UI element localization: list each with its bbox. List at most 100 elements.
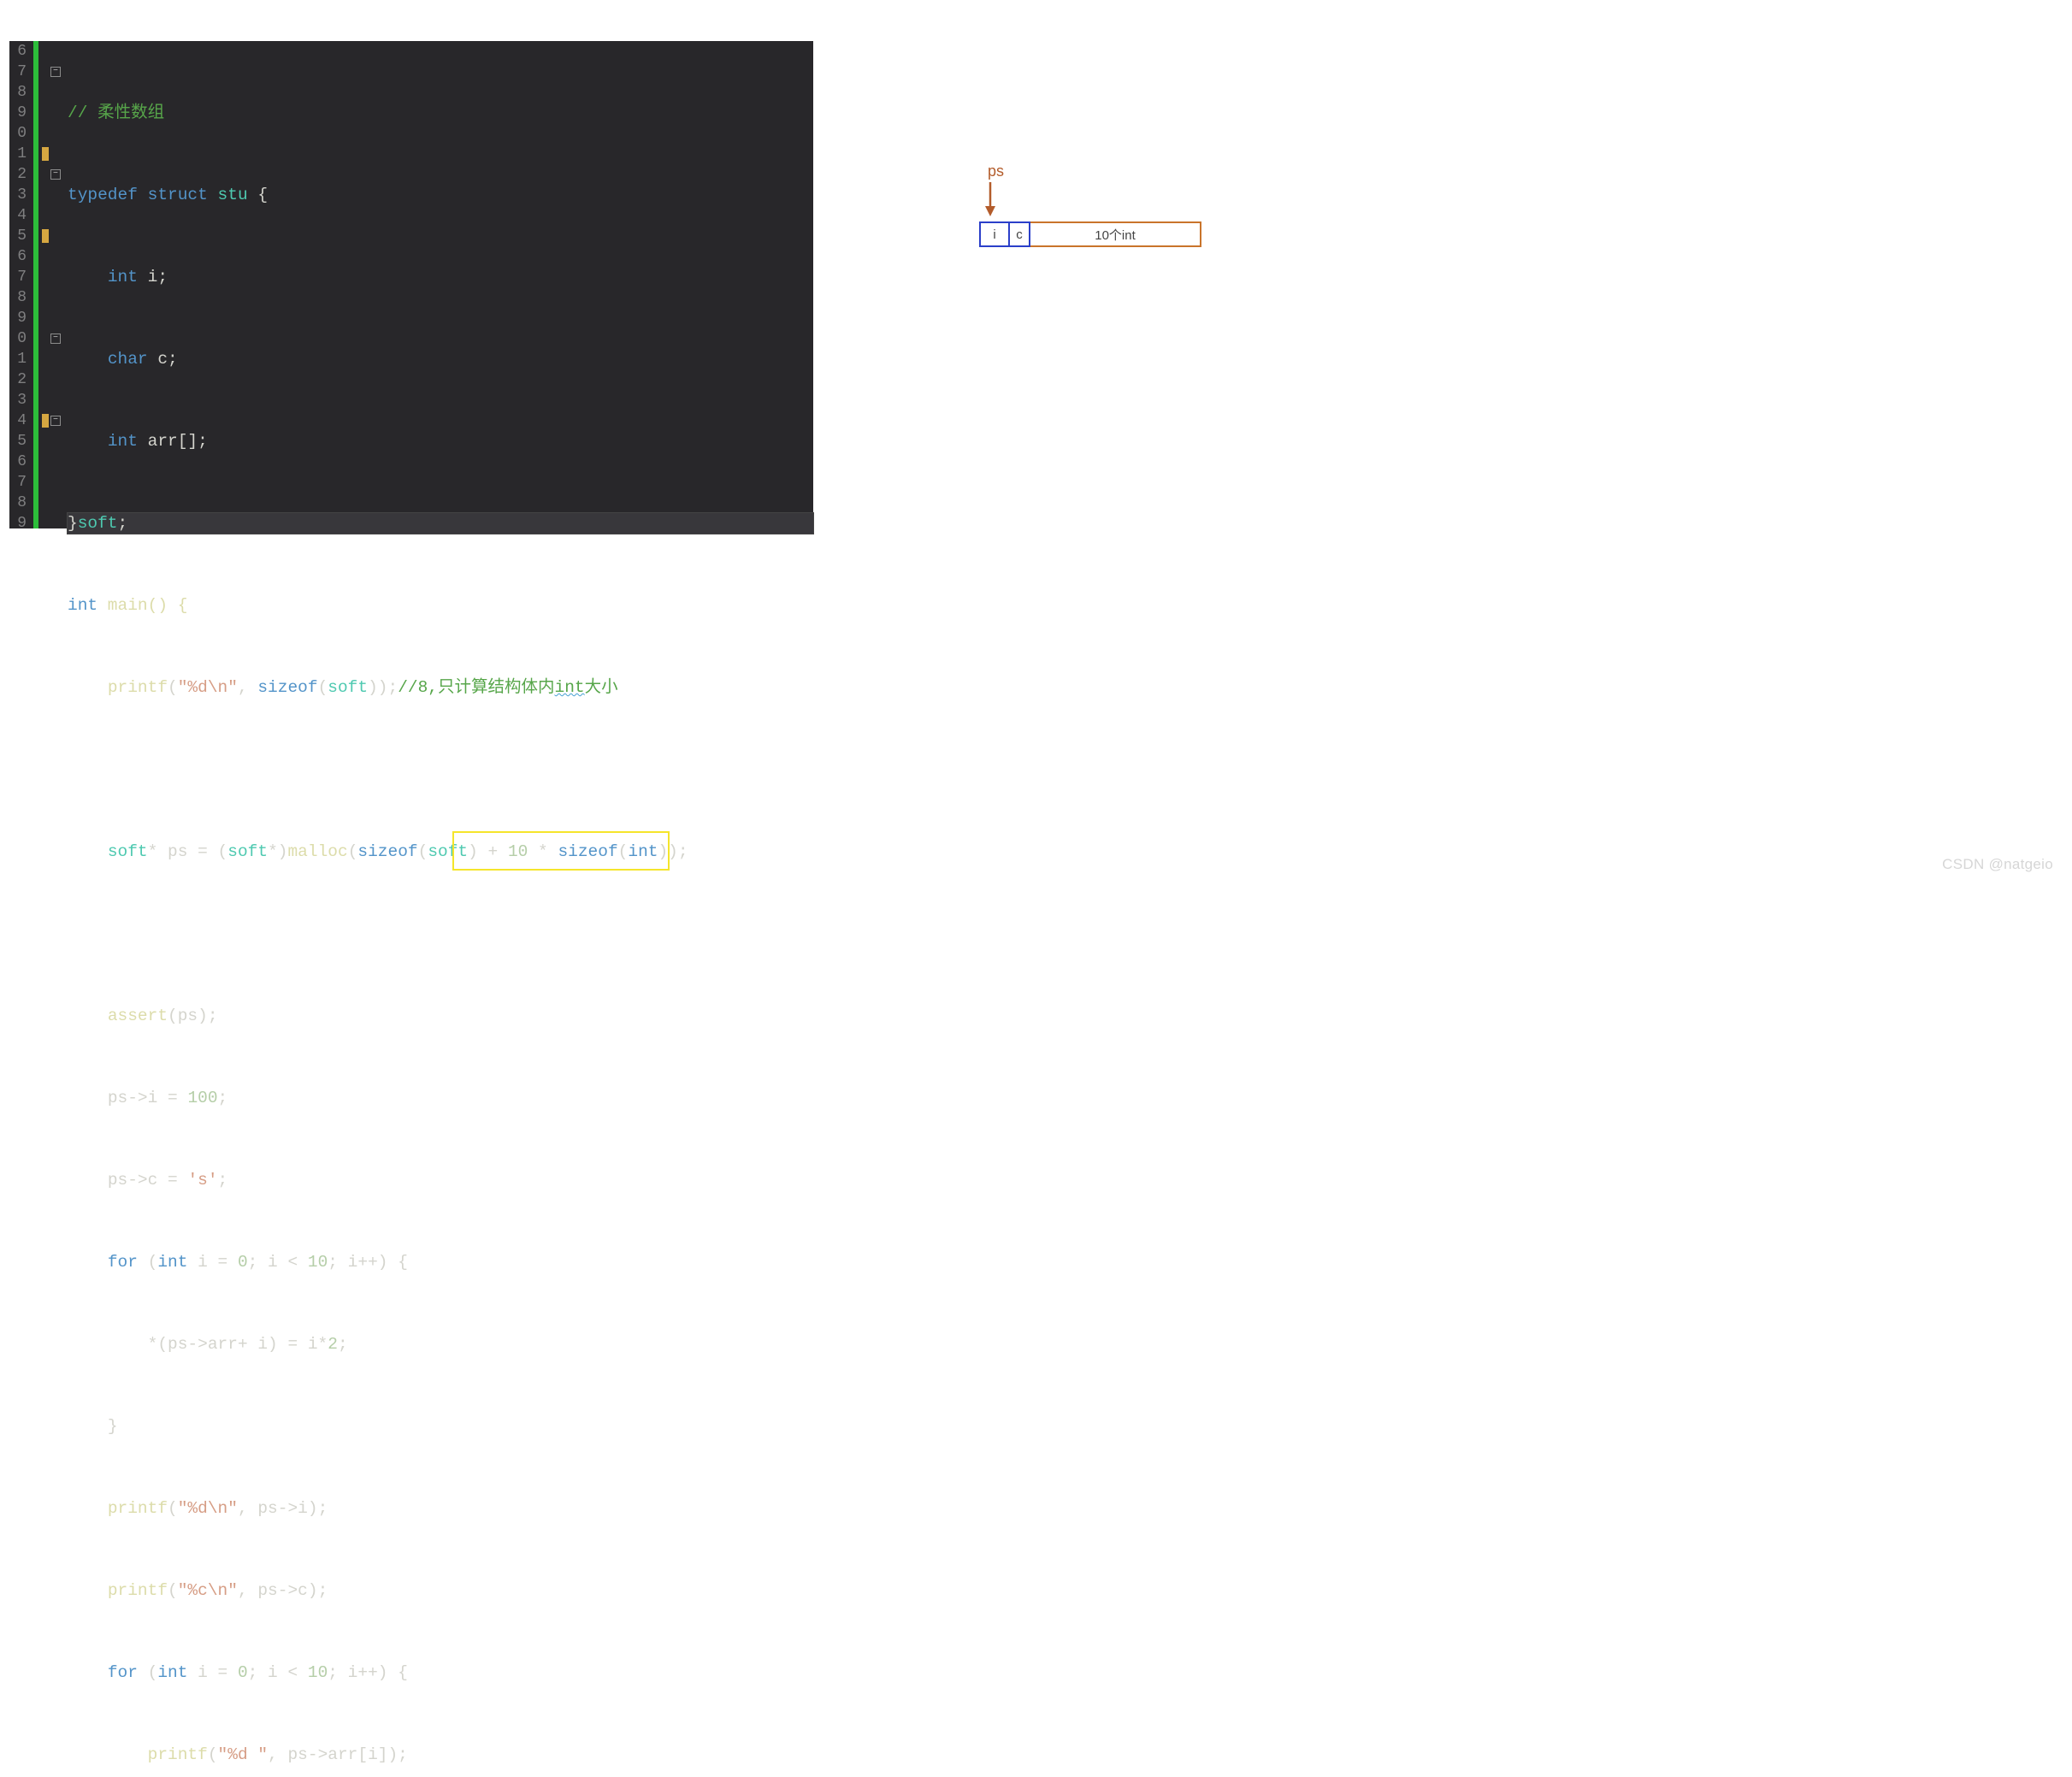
tok: i = bbox=[187, 1253, 238, 1272]
tok: ( bbox=[168, 678, 178, 697]
blank-line bbox=[68, 924, 813, 944]
tok: int bbox=[108, 268, 138, 286]
tok: ; bbox=[218, 1171, 228, 1190]
tok: ; bbox=[218, 1089, 228, 1107]
line-number: 7 bbox=[9, 62, 27, 82]
tok: ( bbox=[208, 1745, 218, 1764]
tok: ( bbox=[138, 1663, 157, 1682]
line-number: 0 bbox=[9, 328, 27, 349]
line-number: 2 bbox=[9, 164, 27, 185]
tok: + bbox=[478, 842, 508, 861]
tok: int bbox=[628, 842, 658, 861]
code-comment: // 柔性数组 bbox=[68, 103, 164, 122]
arrow-down-icon bbox=[979, 180, 1013, 218]
line-number: 4 bbox=[9, 410, 27, 431]
tok: } bbox=[108, 1417, 118, 1436]
modified-marker-icon bbox=[42, 147, 49, 161]
tok: ; i++) { bbox=[328, 1663, 408, 1682]
line-number: 8 bbox=[9, 82, 27, 103]
tok: soft bbox=[108, 842, 148, 861]
mem-cell-arr: 10个int bbox=[1030, 221, 1201, 247]
tok: ( bbox=[168, 1499, 178, 1518]
code-area[interactable]: // 柔性数组 typedef struct stu { int i; char… bbox=[64, 41, 813, 528]
line-number: 4 bbox=[9, 205, 27, 226]
tok: , ps->i); bbox=[238, 1499, 328, 1518]
tok: printf bbox=[148, 1745, 208, 1764]
line-number: 3 bbox=[9, 390, 27, 410]
tok: ; bbox=[118, 514, 128, 533]
line-number: 9 bbox=[9, 308, 27, 328]
tok: 100 bbox=[187, 1089, 217, 1107]
tok: printf bbox=[108, 1499, 168, 1518]
tok: ; bbox=[338, 1335, 348, 1354]
fold-toggle-icon[interactable]: − bbox=[50, 169, 61, 180]
tok: soft bbox=[428, 842, 468, 861]
line-number: 5 bbox=[9, 431, 27, 452]
tok: sizeof bbox=[257, 678, 317, 697]
tok: malloc bbox=[287, 842, 347, 861]
fold-toggle-icon[interactable]: − bbox=[50, 416, 61, 426]
tok: , ps->arr[i]); bbox=[268, 1745, 408, 1764]
line-number: 5 bbox=[9, 226, 27, 246]
tok: ( bbox=[168, 1581, 178, 1600]
line-number-gutter: 678901234567890123456789 bbox=[9, 41, 30, 528]
tok: "%d\n" bbox=[178, 1499, 238, 1518]
fold-column[interactable]: − − − − bbox=[50, 41, 64, 528]
tok: ; i < bbox=[248, 1663, 308, 1682]
line-number: 2 bbox=[9, 369, 27, 390]
tok: ) bbox=[468, 842, 478, 861]
tok: 0 bbox=[238, 1663, 248, 1682]
tok: ( bbox=[348, 842, 358, 861]
tok: int bbox=[68, 596, 97, 615]
line-number: 6 bbox=[9, 246, 27, 267]
code-editor[interactable]: 678901234567890123456789 −−−− // 柔性数组 ty… bbox=[9, 41, 813, 528]
tok: i; bbox=[138, 268, 168, 286]
tok: ps->c = bbox=[108, 1171, 188, 1190]
tok: soft bbox=[227, 842, 268, 861]
tok: sizeof bbox=[558, 842, 617, 861]
tok: ( bbox=[618, 842, 629, 861]
watermark: CSDN @natgeio bbox=[1942, 856, 2053, 873]
tok: for bbox=[108, 1253, 138, 1272]
tok: //8,只计算结构体内 bbox=[398, 678, 554, 697]
blank-line bbox=[68, 759, 813, 780]
tok: char bbox=[108, 350, 148, 369]
tok: soft bbox=[328, 678, 368, 697]
line-number: 8 bbox=[9, 287, 27, 308]
tok: *) bbox=[268, 842, 287, 861]
tok: )); bbox=[368, 678, 398, 697]
line-number: 9 bbox=[9, 103, 27, 123]
tok: )); bbox=[658, 842, 688, 861]
line-number: 1 bbox=[9, 349, 27, 369]
memory-layout: i c 10个int bbox=[979, 221, 1253, 247]
tok: printf bbox=[108, 1581, 168, 1600]
tok: *(ps->arr+ i) = i* bbox=[148, 1335, 328, 1354]
tok: 10 bbox=[308, 1253, 328, 1272]
tok: main() { bbox=[97, 596, 187, 615]
modified-marker-icon bbox=[42, 414, 49, 428]
tok: (ps); bbox=[168, 1007, 218, 1025]
tok: assert bbox=[108, 1007, 168, 1025]
tok: int bbox=[157, 1253, 187, 1272]
tok: ( bbox=[418, 842, 428, 861]
tok: 10 bbox=[508, 842, 528, 861]
tok: for bbox=[108, 1663, 138, 1682]
tok: int bbox=[555, 678, 585, 697]
line-number: 7 bbox=[9, 472, 27, 493]
tok: printf bbox=[108, 678, 168, 697]
tok: int bbox=[157, 1663, 187, 1682]
mem-cell-i: i bbox=[979, 221, 1010, 247]
tok: 2 bbox=[328, 1335, 338, 1354]
line-number: 0 bbox=[9, 123, 27, 144]
tok: 0 bbox=[238, 1253, 248, 1272]
fold-toggle-icon[interactable]: − bbox=[50, 67, 61, 77]
tok: , bbox=[238, 678, 257, 697]
tok: sizeof bbox=[357, 842, 417, 861]
tok: "%d " bbox=[218, 1745, 269, 1764]
tok: 10 bbox=[308, 1663, 328, 1682]
tok: ( bbox=[318, 678, 328, 697]
tok: 大小 bbox=[585, 678, 618, 697]
fold-toggle-icon[interactable]: − bbox=[50, 334, 61, 344]
tok: c; bbox=[148, 350, 178, 369]
tok: i = bbox=[187, 1663, 238, 1682]
